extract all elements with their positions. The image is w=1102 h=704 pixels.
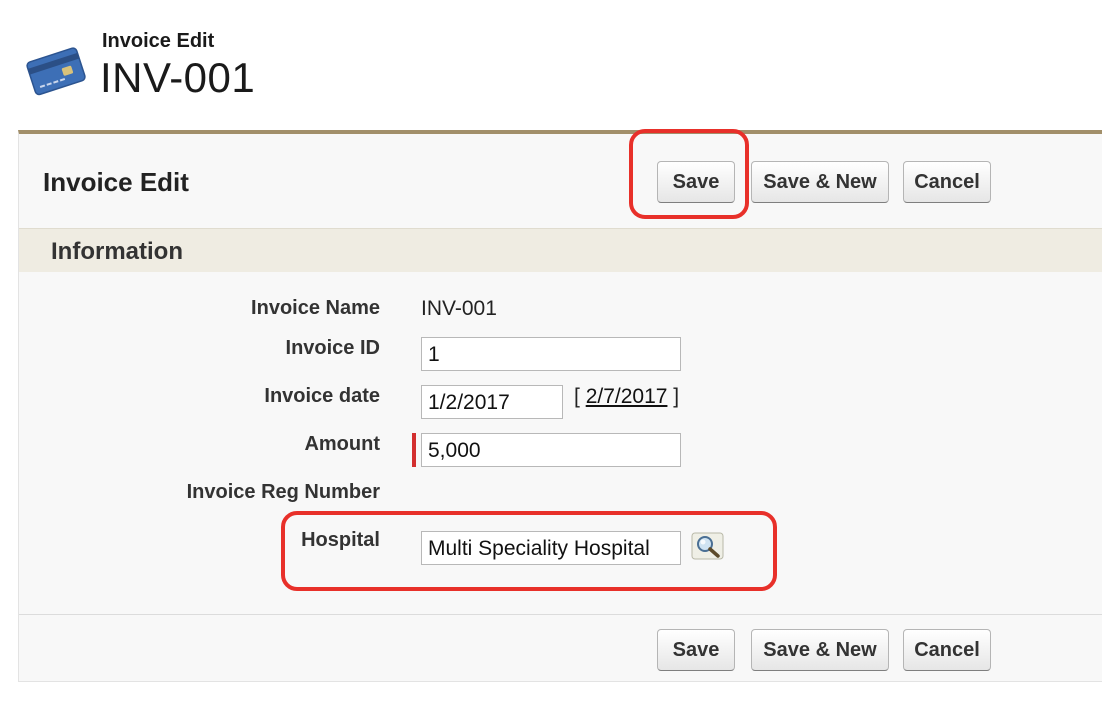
amount-label: Amount: [304, 433, 380, 455]
today-date-link[interactable]: 2/7/2017: [586, 385, 668, 408]
magnifier-lookup-icon[interactable]: [691, 531, 725, 561]
page-header: Invoice Edit INV-001: [0, 0, 1102, 130]
bracket-close: ]: [673, 385, 680, 408]
save-new-button-bottom[interactable]: Save & New: [751, 629, 889, 671]
edit-panel: Invoice Edit Save Save & New Cancel Info…: [18, 130, 1102, 682]
invoice-name-label: Invoice Name: [251, 297, 380, 319]
cancel-button-bottom[interactable]: Cancel: [903, 629, 991, 671]
bracket-open: [: [574, 385, 580, 408]
invoice-id-label: Invoice ID: [285, 337, 380, 359]
invoice-date-input[interactable]: [421, 385, 563, 419]
invoice-date-label: Invoice date: [264, 385, 380, 407]
save-new-button-top[interactable]: Save & New: [751, 161, 889, 203]
credit-card-icon: [26, 47, 86, 96]
invoice-id-input[interactable]: [421, 337, 681, 371]
required-indicator: [412, 433, 416, 467]
page-subtitle: Invoice Edit: [102, 30, 215, 52]
section-header-information: Information: [19, 228, 1102, 272]
hospital-label: Hospital: [301, 529, 380, 551]
page-title: INV-001: [100, 54, 256, 101]
footer-divider: [19, 614, 1102, 615]
invoice-reg-number-label: Invoice Reg Number: [186, 481, 380, 503]
cancel-button-top[interactable]: Cancel: [903, 161, 991, 203]
hospital-lookup-input[interactable]: [421, 531, 681, 565]
section-title: Information: [51, 238, 183, 265]
panel-title: Invoice Edit: [43, 167, 189, 197]
save-button-top[interactable]: Save: [657, 161, 735, 203]
save-button-bottom[interactable]: Save: [657, 629, 735, 671]
amount-input[interactable]: [421, 433, 681, 467]
invoice-name-value: INV-001: [421, 297, 497, 320]
date-today-wrapper: [ 2/7/2017 ]: [574, 385, 679, 409]
